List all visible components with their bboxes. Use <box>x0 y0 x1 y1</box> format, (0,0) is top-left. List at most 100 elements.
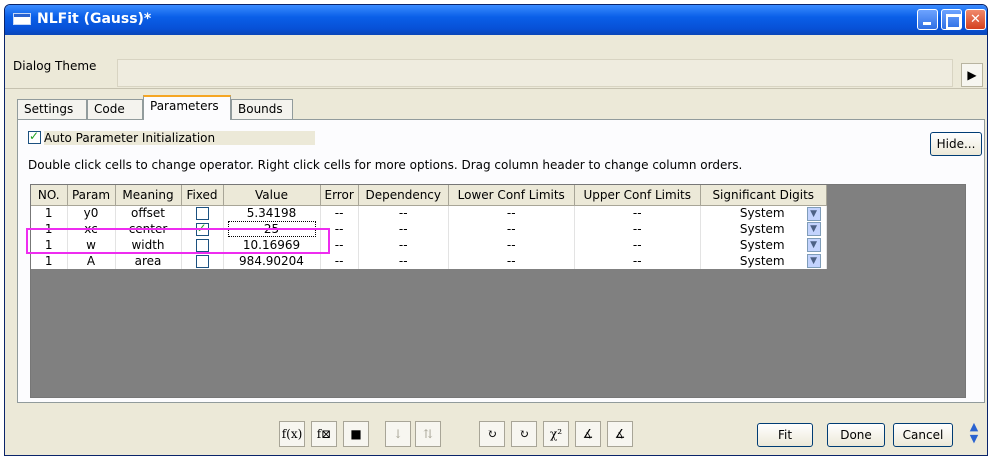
cell-no[interactable]: 1 <box>31 221 68 237</box>
separator <box>5 88 987 89</box>
chevron-down-icon[interactable]: ▼ <box>806 222 821 237</box>
table-row: 1 A area 984.90204 -- -- -- -- System ▼ <box>31 253 827 269</box>
cell-dependency[interactable]: -- <box>358 253 449 269</box>
cell-upper-conf[interactable]: -- <box>574 237 701 253</box>
cell-param[interactable]: w <box>67 237 116 253</box>
col-meaning[interactable]: Meaning <box>115 185 182 206</box>
cell-value[interactable]: 5.34198 <box>223 205 321 221</box>
title-bar[interactable]: NLFit (Gauss)* ✕ <box>5 5 987 35</box>
cell-fixed <box>181 253 224 269</box>
dialog-theme-field[interactable] <box>117 59 953 87</box>
table-row: 1 y0 offset 5.34198 -- -- -- -- System ▼ <box>31 205 827 221</box>
fixed-checkbox[interactable] <box>195 255 209 268</box>
table-row: 1 xc center 25 -- -- -- -- System ▼ <box>31 221 827 237</box>
chevron-down-icon[interactable]: ▼ <box>806 254 821 269</box>
window-title: NLFit (Gauss)* <box>37 11 152 27</box>
sig-value: System <box>739 206 785 220</box>
col-dependency[interactable]: Dependency <box>358 185 449 206</box>
cell-meaning[interactable]: width <box>115 237 182 253</box>
cell-error[interactable]: -- <box>320 205 359 221</box>
cell-param[interactable]: xc <box>67 221 116 237</box>
save-icon[interactable]: ■ <box>343 421 369 447</box>
col-upper-conf[interactable]: Upper Conf Limits <box>574 185 701 206</box>
cell-significant-digits[interactable]: System ▼ <box>700 205 827 221</box>
parameters-panel: Auto Parameter Initialization Hide... Do… <box>17 119 985 403</box>
auto-init-row: Auto Parameter Initialization <box>28 129 316 148</box>
chevron-down-icon[interactable]: ▼ <box>806 206 821 221</box>
cell-dependency[interactable]: -- <box>358 237 449 253</box>
cell-error[interactable]: -- <box>320 237 359 253</box>
expand-collapse-icon[interactable]: ▲ ▼ <box>967 421 981 449</box>
cell-no[interactable]: 1 <box>31 205 68 221</box>
cell-upper-conf[interactable]: -- <box>574 205 701 221</box>
sort-up-icon[interactable]: ⇅ <box>415 421 441 447</box>
cell-param[interactable]: A <box>67 253 116 269</box>
cell-meaning[interactable]: area <box>115 253 182 269</box>
col-no[interactable]: NO. <box>31 185 68 206</box>
cell-upper-conf[interactable]: -- <box>574 221 701 237</box>
cell-lower-conf[interactable]: -- <box>448 253 575 269</box>
dialog-theme-menu-button[interactable]: ▶ <box>961 63 983 87</box>
col-fixed[interactable]: Fixed <box>181 185 224 206</box>
maximize-button[interactable] <box>941 9 962 30</box>
cell-meaning[interactable]: offset <box>115 205 182 221</box>
tab-code[interactable]: Code <box>87 99 143 119</box>
cell-dependency[interactable]: -- <box>358 205 449 221</box>
close-icon: ✕ <box>970 12 981 27</box>
cell-fixed <box>181 205 224 221</box>
bottom-toolbar: f(x) f⊠ ■ ↓ ⇅ ↻ ↻ χ² ∡ ∡ Fit Done Cancel… <box>5 415 987 455</box>
cell-lower-conf[interactable]: -- <box>448 237 575 253</box>
sort-down-icon[interactable]: ↓ <box>385 421 411 447</box>
dialog-theme-row: Dialog Theme ▶ <box>5 53 987 89</box>
cell-upper-conf[interactable]: -- <box>574 253 701 269</box>
sig-value: System <box>739 253 785 268</box>
col-significant-digits[interactable]: Significant Digits <box>700 185 827 206</box>
cell-significant-digits[interactable]: System ▼ <box>700 253 827 269</box>
chevron-down-icon[interactable]: ▼ <box>806 238 821 253</box>
fit-button[interactable]: Fit <box>757 423 813 447</box>
cell-value[interactable]: 984.90204 <box>223 253 321 269</box>
close-button[interactable]: ✕ <box>965 9 986 30</box>
fixed-checkbox[interactable] <box>195 239 209 252</box>
parameter-grid: NO. Param Meaning Fixed Value Error Depe… <box>30 184 966 398</box>
function-parameters-icon[interactable]: f(x) <box>279 421 305 447</box>
one-iteration-icon[interactable]: ↻ <box>479 421 505 447</box>
cell-meaning[interactable]: center <box>115 221 182 237</box>
col-error[interactable]: Error <box>320 185 359 206</box>
col-lower-conf[interactable]: Lower Conf Limits <box>448 185 575 206</box>
cell-significant-digits[interactable]: System ▼ <box>700 221 827 237</box>
auto-init-label: Auto Parameter Initialization <box>44 130 316 145</box>
fit-step-icon[interactable]: ∡ <box>575 421 601 447</box>
cancel-button[interactable]: Cancel <box>893 423 953 447</box>
auto-init-checkbox[interactable] <box>28 129 41 144</box>
fit-steps-icon[interactable]: ∡ <box>607 421 633 447</box>
tab-parameters[interactable]: Parameters <box>143 95 231 120</box>
minimize-button[interactable] <box>917 9 938 30</box>
hide-button[interactable]: Hide... <box>930 132 982 156</box>
cell-error[interactable]: -- <box>320 253 359 269</box>
chi-square-icon[interactable]: χ² <box>543 421 569 447</box>
cell-lower-conf[interactable]: -- <box>448 205 575 221</box>
cell-significant-digits[interactable]: System ▼ <box>700 237 827 253</box>
cell-lower-conf[interactable]: -- <box>448 221 575 237</box>
sig-value: System <box>739 221 785 236</box>
cell-param[interactable]: y0 <box>67 205 116 221</box>
cell-fixed <box>181 237 224 253</box>
cell-value[interactable]: 25 <box>223 221 321 237</box>
cell-no[interactable]: 1 <box>31 237 68 253</box>
col-value[interactable]: Value <box>223 185 321 206</box>
done-button[interactable]: Done <box>827 423 885 447</box>
tab-settings[interactable]: Settings <box>17 99 87 119</box>
table-row: 1 w width 10.16969 -- -- -- -- System ▼ <box>31 237 827 253</box>
fixed-checkbox[interactable] <box>195 221 209 236</box>
function-editor-icon[interactable]: f⊠ <box>311 421 337 447</box>
cell-no[interactable]: 1 <box>31 253 68 269</box>
col-param[interactable]: Param <box>67 185 116 206</box>
fixed-checkbox[interactable] <box>195 207 209 221</box>
value-edit-field[interactable]: 25 <box>227 221 316 237</box>
tab-bounds[interactable]: Bounds <box>231 99 293 119</box>
fit-till-converged-icon[interactable]: ↻ <box>511 421 537 447</box>
cell-error[interactable]: -- <box>320 221 359 237</box>
cell-value[interactable]: 10.16969 <box>223 237 321 253</box>
cell-dependency[interactable]: -- <box>358 221 449 237</box>
